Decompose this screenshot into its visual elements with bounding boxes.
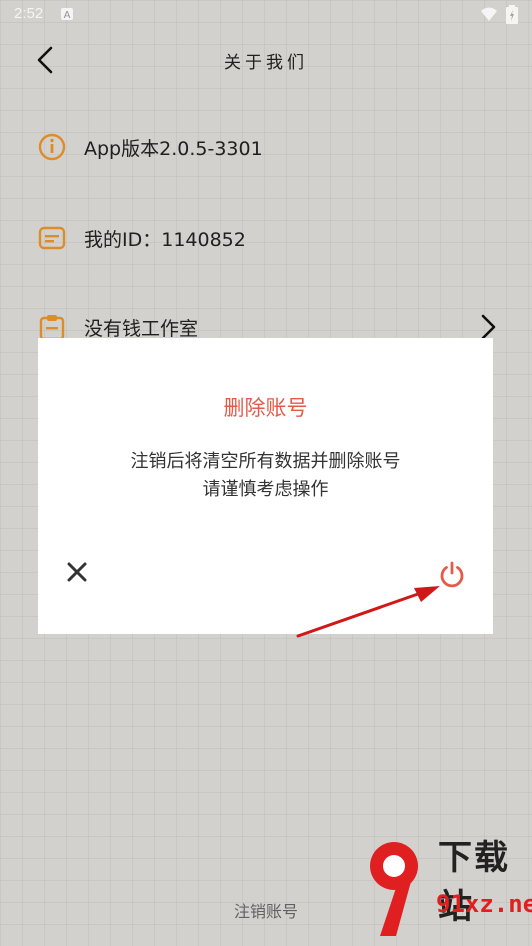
site-watermark: 9 下载站 91xz.net [358,826,532,946]
dialog-message: 注销后将清空所有数据并删除账号 请谨慎考虑操作 [38,448,493,504]
dialog-message-line2: 请谨慎考虑操作 [202,479,329,500]
svg-text:9: 9 [418,857,419,859]
dialog-title: 删除账号 [223,396,308,420]
close-icon[interactable] [64,559,90,585]
annotation-arrow [296,586,440,638]
watermark-url: 91xz.net [436,890,532,918]
dialog-message-line1: 注销后将清空所有数据并删除账号 [130,451,401,472]
watermark-logo: 9 [370,842,419,936]
